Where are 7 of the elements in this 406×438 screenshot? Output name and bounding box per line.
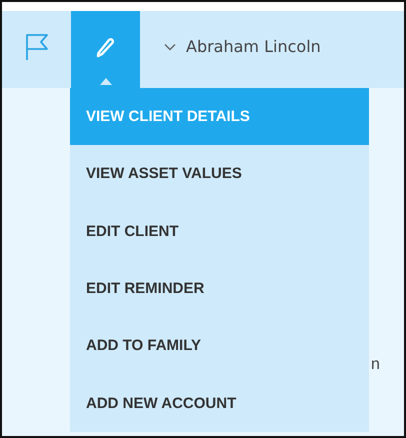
edit-tab[interactable] (71, 11, 140, 88)
background-text: n (371, 356, 380, 374)
chevron-down-icon (164, 42, 176, 50)
flag-icon (24, 32, 48, 60)
client-dropdown[interactable]: Abraham Lincoln (140, 11, 321, 88)
pencil-icon (96, 36, 116, 58)
pointer-icon (100, 78, 112, 85)
